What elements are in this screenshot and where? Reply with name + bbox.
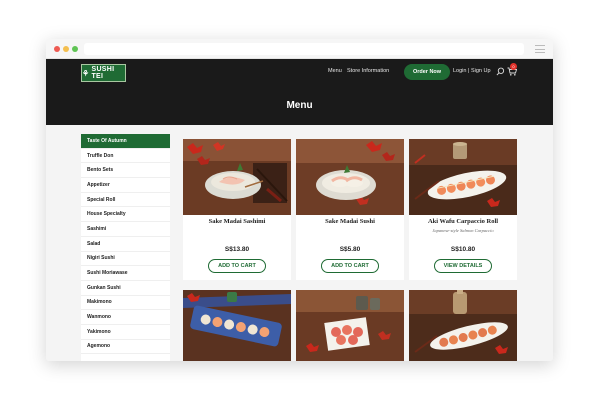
category-sidebar: Taste Of Autumn Truffle Don Bento Sets A… [81,134,170,361]
menu-card: Aki Wafu Carpaccio Roll Japanese-style S… [409,139,517,280]
dish-price: S$13.80 [224,246,250,253]
website: ⚘ SUSHI TEI Menu Store Information Order… [46,59,553,361]
search-icon[interactable] [496,67,505,76]
add-to-cart-button[interactable]: ADD TO CART [208,259,266,273]
sidebar-item-nigiri-sushi[interactable]: Nigiri Sushi [81,252,170,267]
sidebar-item-agemono[interactable]: Agemono [81,340,170,355]
menu-card: Sake Madai Sashimi S$13.80 ADD TO CART [183,139,291,280]
browser-toolbar [46,39,553,59]
sidebar-item-sashimi[interactable]: Sashimi [81,222,170,237]
menu-card [183,290,291,361]
dish-subtitle: Japanese-style Salmon Carpaccio [432,228,494,233]
sidebar-item-salad[interactable]: Salad [81,237,170,252]
login-signup-link[interactable]: Login | Sign Up [453,68,491,74]
sidebar-item-truffle-don[interactable]: Truffle Don [81,149,170,164]
sidebar-item-appetizer[interactable]: Appetizer [81,178,170,193]
nav-link-store-information[interactable]: Store Information [347,68,389,74]
sidebar-item-gunkan-sushi[interactable]: Gunkan Sushi [81,281,170,296]
close-window-button[interactable] [54,46,60,52]
sidebar-item-special-roll[interactable]: Special Roll [81,193,170,208]
page-banner: Menu [46,86,553,125]
logo-text: SUSHI TEI [91,66,115,80]
logo-mark-icon: ⚘ [82,68,90,78]
dish-image[interactable] [296,290,404,361]
sidebar-item-wanmono[interactable]: Wanmono [81,310,170,325]
sidebar-item-house-specialty[interactable]: House Specialty [81,207,170,223]
sidebar-item-taste-of-autumn[interactable]: Taste Of Autumn [81,134,170,149]
top-navigation: ⚘ SUSHI TEI Menu Store Information Order… [46,59,553,86]
sidebar-item-sushi-moriawase[interactable]: Sushi Moriawase [81,266,170,281]
sidebar-item-bento-sets[interactable]: Bento Sets [81,163,170,179]
dish-image[interactable] [409,290,517,361]
dish-title: Aki Wafu Carpaccio Roll [427,218,499,225]
dish-title: Sake Madai Sashimi [208,218,266,225]
maximize-window-button[interactable] [72,46,78,52]
add-to-cart-button[interactable]: ADD TO CART [321,259,379,273]
menu-card [296,290,404,361]
dish-image[interactable] [183,290,291,361]
cart-count-badge: 0 [510,63,517,70]
dish-image-sake-madai-sashimi[interactable] [183,139,291,215]
nav-link-menu[interactable]: Menu [328,68,342,74]
address-bar[interactable] [84,43,524,55]
dish-title: Sake Madai Sushi [325,218,375,225]
menu-card: Sake Madai Sushi S$5.80 ADD TO CART [296,139,404,280]
menu-card [409,290,517,361]
dish-price: S$5.80 [339,246,361,253]
minimize-window-button[interactable] [63,46,69,52]
dish-image-sake-madai-sushi[interactable] [296,139,404,215]
browser-menu-icon[interactable] [535,45,545,53]
sidebar-item-makimono[interactable]: Makimono [81,296,170,311]
sidebar-item-yakimono[interactable]: Yakimono [81,325,170,340]
dish-image-aki-wafu-carpaccio-roll[interactable] [409,139,517,215]
browser-window: ⚘ SUSHI TEI Menu Store Information Order… [46,39,553,361]
dish-price: S$10.80 [450,246,476,253]
page-title: Menu [286,100,313,111]
sushi-tei-logo[interactable]: ⚘ SUSHI TEI [81,64,126,82]
order-now-button[interactable]: Order Now [404,64,450,80]
view-details-button[interactable]: VIEW DETAILS [434,259,492,273]
